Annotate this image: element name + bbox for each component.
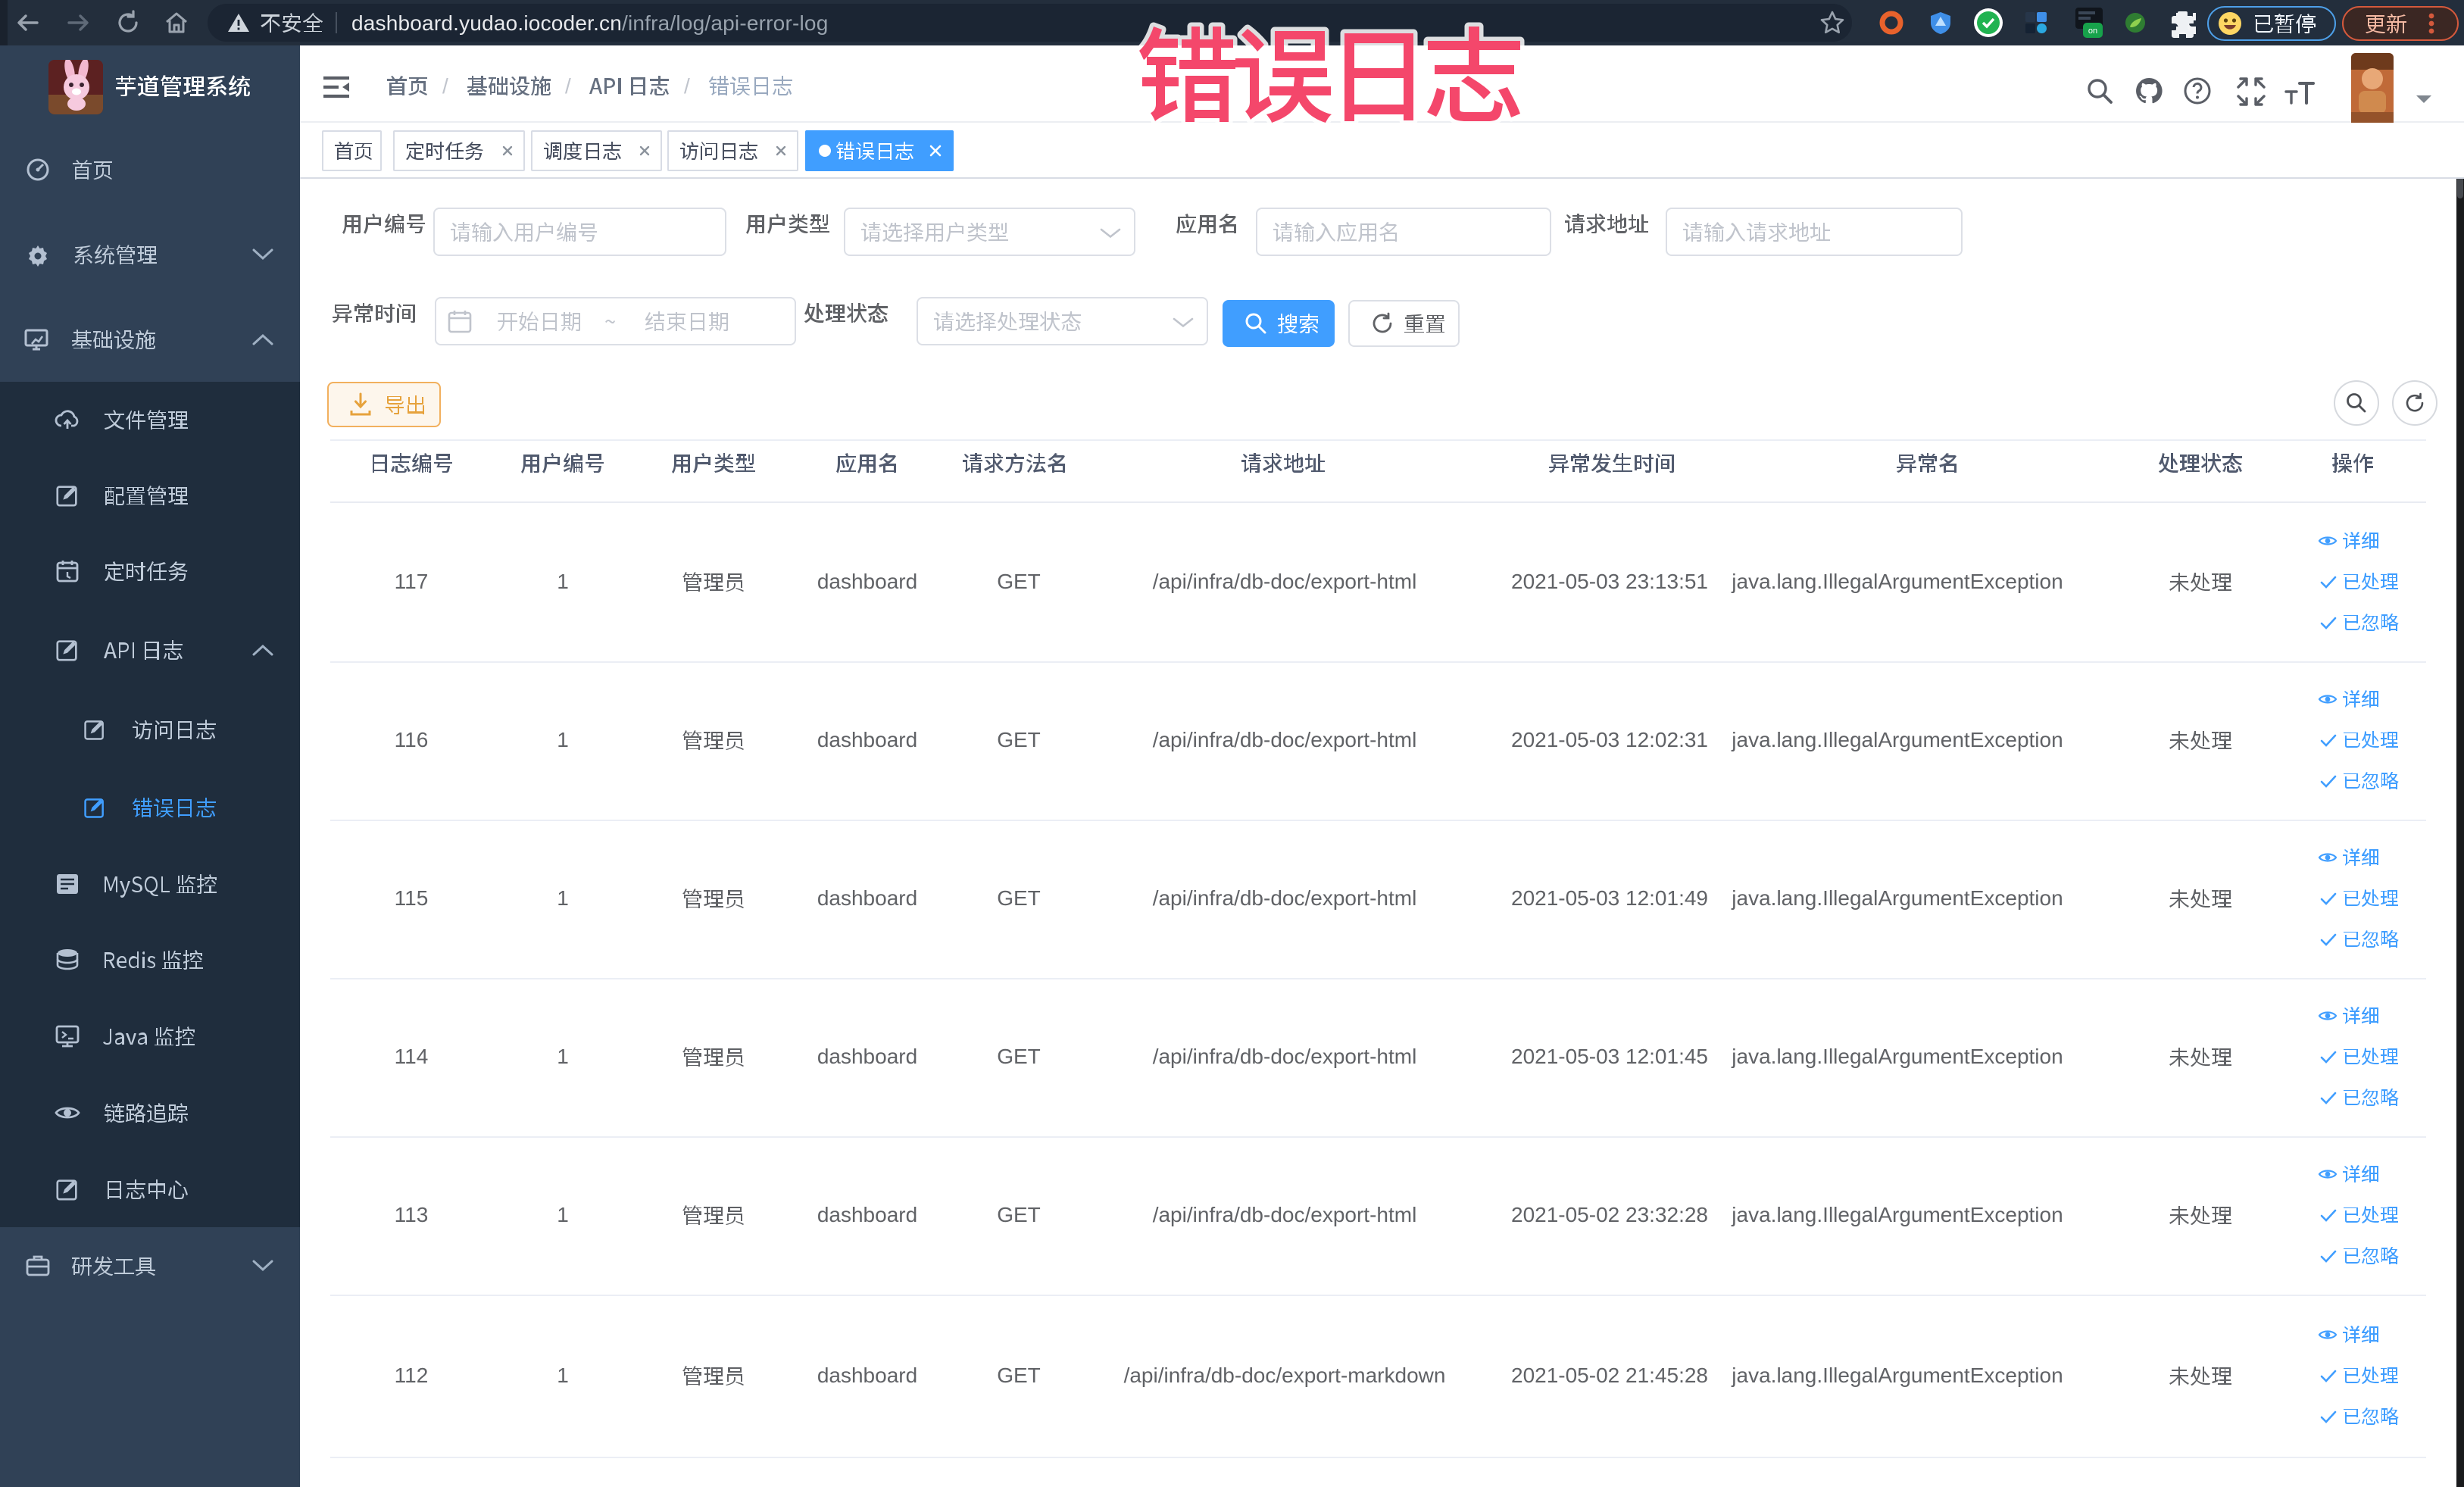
svg-text:on: on xyxy=(2088,27,2097,36)
